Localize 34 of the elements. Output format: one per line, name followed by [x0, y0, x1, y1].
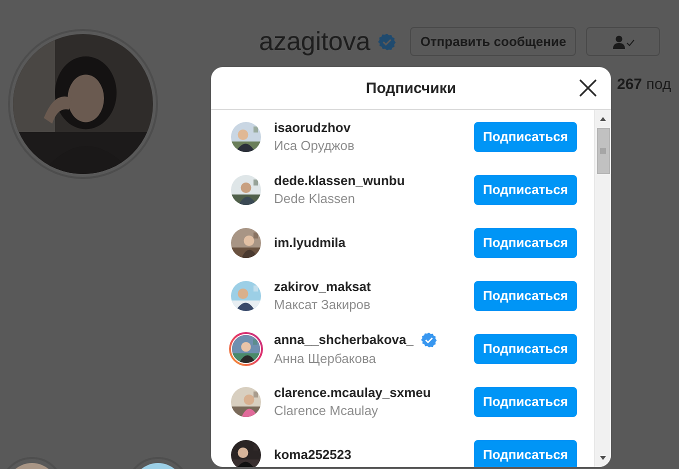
full-name: Иса Оруджов — [274, 138, 356, 153]
username-link[interactable]: dede.klassen_wunbu — [274, 173, 405, 188]
username-link[interactable]: koma252523 — [274, 447, 352, 462]
follow-button[interactable]: Подписаться — [474, 122, 577, 152]
follow-button[interactable]: Подписаться — [474, 386, 577, 416]
username-link[interactable]: zakirov_maksat — [274, 279, 371, 294]
follow-status-button[interactable] — [586, 27, 660, 56]
follow-button[interactable]: Подписаться — [474, 440, 577, 467]
scroll-up-icon — [599, 116, 607, 122]
scrollbar-thumb[interactable] — [596, 128, 610, 174]
full-name: Dede Klassen — [274, 191, 356, 206]
full-name: Clarence Mcaulay — [274, 403, 380, 418]
full-name: Максат Закиров — [274, 297, 372, 312]
dialog-title: Подписчики — [366, 80, 456, 96]
follow-button[interactable]: Подписаться — [474, 174, 577, 204]
close-button[interactable] — [577, 77, 599, 99]
username-link[interactable]: clarence.mcaulay_sxmeu — [274, 385, 431, 400]
message-button[interactable]: Отправить сообщение — [410, 27, 576, 56]
follow-button[interactable]: Подписаться — [474, 280, 577, 310]
scroll-down-icon — [599, 455, 607, 461]
follow-button[interactable]: Подписаться — [474, 334, 577, 364]
person-check-icon — [612, 34, 635, 50]
verified-badge-icon — [378, 32, 396, 50]
story-ring[interactable] — [229, 332, 263, 366]
follower-count: 267 под — [617, 76, 672, 93]
scrollbar[interactable] — [594, 110, 611, 467]
follow-button[interactable]: Подписаться — [474, 228, 577, 258]
profile-username: azagitova — [259, 26, 370, 57]
close-icon — [578, 78, 598, 98]
full-name: Анна Щербакова — [274, 350, 377, 366]
username-link[interactable]: isaorudzhov — [274, 120, 351, 135]
username-link[interactable]: anna__shcherbakova_ — [274, 332, 414, 347]
grip-icon — [600, 148, 606, 154]
username-link[interactable]: im.lyudmila — [274, 235, 346, 250]
